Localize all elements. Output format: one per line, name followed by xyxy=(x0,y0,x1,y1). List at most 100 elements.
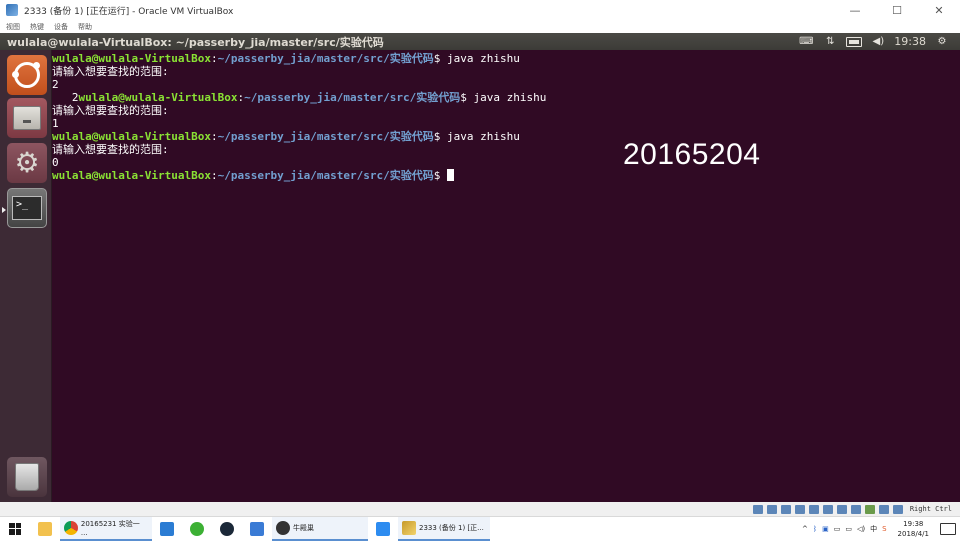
taskbar-chrome[interactable]: 20165231 实验一 ... xyxy=(60,516,152,541)
trash-icon[interactable] xyxy=(7,457,47,497)
action-center-icon[interactable] xyxy=(940,522,956,535)
terminal-running-indicator xyxy=(2,207,6,213)
settings-icon[interactable]: ⚙ xyxy=(934,36,950,48)
terminal-output-text: 请输入想要查找的范围: xyxy=(52,65,169,78)
terminal-output-text: 2 xyxy=(52,78,59,91)
taskbar-steam[interactable] xyxy=(212,517,242,541)
prompt-user-host: wulala@wulala-VirtualBox xyxy=(52,169,211,182)
ime-indicator[interactable]: 中 xyxy=(870,524,877,534)
shared-folders-icon[interactable] xyxy=(822,504,833,514)
taskbar-app-2[interactable]: 牛殿巢 xyxy=(272,516,368,541)
taskbar-clock[interactable]: 19:38 2018/4/1 xyxy=(892,519,935,539)
optical-drive-icon[interactable] xyxy=(766,504,777,514)
battery-tray-icon[interactable]: ▭ xyxy=(845,525,852,533)
terminal-line: wulala@wulala-VirtualBox:~/passerby_jia/… xyxy=(52,52,960,65)
terminal-line: wulala@wulala-VirtualBox:~/passerby_jia/… xyxy=(52,130,960,143)
terminal-line: 请输入想要查找的范围: xyxy=(52,143,960,156)
start-button[interactable] xyxy=(0,517,30,541)
folder-icon xyxy=(38,521,52,536)
taskbar-chrome-label: 20165231 实验一 ... xyxy=(80,519,140,537)
system-settings-icon[interactable]: ⚙ xyxy=(7,143,47,183)
menu-devices[interactable]: 设备 xyxy=(54,22,68,32)
network-tray-icon[interactable]: ▭ xyxy=(834,525,841,533)
taskbar-date: 2018/4/1 xyxy=(897,529,929,538)
prompt-path: ~/passerby_jia/master/src/实验代码 xyxy=(217,52,434,65)
panel-window-title: wulala@wulala-VirtualBox: ~/passerby_jia… xyxy=(7,35,384,49)
terminal-line: 0 xyxy=(52,156,960,169)
audio-icon[interactable] xyxy=(780,504,791,514)
vbox-titlebar: 2333 (备份 1) [正在运行] - Oracle VM VirtualBo… xyxy=(0,0,960,20)
mouse-integration-icon[interactable] xyxy=(878,504,889,514)
taskbar-app-pin[interactable] xyxy=(152,517,182,541)
prompt-user-host: wulala@wulala-VirtualBox xyxy=(52,52,211,65)
virtualbox-icon xyxy=(6,4,18,16)
prompt-colon: : xyxy=(210,130,218,143)
battery-icon[interactable] xyxy=(846,36,863,48)
network-adapter-icon[interactable] xyxy=(794,504,805,514)
terminal-cursor xyxy=(447,169,455,181)
terminal-output-text: 1 xyxy=(52,117,59,130)
display-icon[interactable] xyxy=(836,504,847,514)
menu-help[interactable]: 帮助 xyxy=(78,22,92,32)
window-title: 2333 (备份 1) [正在运行] - Oracle VM VirtualBo… xyxy=(24,6,234,17)
hard-disk-icon[interactable] xyxy=(752,504,763,514)
terminal-line: 2 xyxy=(52,78,960,91)
taskbar-feishu[interactable] xyxy=(368,517,398,541)
steam-icon xyxy=(220,521,234,536)
terminal-output-text: 请输入想要查找的范围: xyxy=(52,104,169,117)
terminal-command: java zhishu xyxy=(440,130,520,143)
video-capture-icon[interactable] xyxy=(850,504,861,514)
panel-indicators: ⌨ ⇅ ◀) 19:38 ⚙ xyxy=(798,35,960,48)
prompt-user-host: wulala@wulala-VirtualBox xyxy=(52,130,211,143)
terminal-command: java zhishu xyxy=(466,91,547,104)
cpu-icon[interactable] xyxy=(864,504,875,514)
terminal-line: 请输入想要查找的范围: xyxy=(52,104,960,117)
sogou-ime-icon[interactable]: S xyxy=(882,525,886,533)
terminal-command xyxy=(440,169,447,182)
network-icon[interactable]: ⇅ xyxy=(822,36,838,48)
terminal-output: wulala@wulala-VirtualBox:~/passerby_jia/… xyxy=(52,52,960,182)
bluetooth-icon[interactable]: ᛒ xyxy=(813,525,817,533)
close-button[interactable]: ✕ xyxy=(918,0,960,20)
keyboard-capture-icon[interactable] xyxy=(892,504,903,514)
system-tray: ^ ᛒ ▣ ▭ ▭ ◁) 中 S 19:38 2018/4/1 xyxy=(802,519,960,539)
maximize-button[interactable]: ☐ xyxy=(876,0,918,20)
taskbar-file-explorer[interactable] xyxy=(30,517,60,541)
taskbar-virtualbox-label: 2333 (备份 1) [正... xyxy=(419,523,484,532)
app-2-icon xyxy=(276,520,290,535)
volume-tray-icon[interactable]: ◁) xyxy=(857,525,865,533)
usb-icon[interactable] xyxy=(808,504,819,514)
terminal-line: wulala@wulala-VirtualBox:~/passerby_jia/… xyxy=(52,169,960,182)
terminal-output-text: 0 xyxy=(52,156,59,169)
taskbar-app-2-label: 牛殿巢 xyxy=(293,523,314,532)
prompt-path: ~/passerby_jia/master/src/实验代码 xyxy=(244,91,461,104)
taskbar-time: 19:38 xyxy=(903,519,924,528)
virtualbox-taskbar-icon xyxy=(402,520,416,535)
terminal-echo-text: 2 xyxy=(52,91,79,104)
files-icon[interactable] xyxy=(7,98,47,138)
prompt-dollar: $ xyxy=(460,91,467,104)
menu-hotkeys[interactable]: 热键 xyxy=(30,22,44,32)
prompt-path: ~/passerby_jia/master/src/实验代码 xyxy=(217,169,434,182)
tray-expand-icon[interactable]: ^ xyxy=(802,525,808,533)
prompt-user-host: wulala@wulala-VirtualBox xyxy=(78,91,238,104)
keyboard-icon[interactable]: ⌨ xyxy=(798,36,814,48)
vbox-menubar: 视图 热键 设备 帮助 xyxy=(0,20,960,33)
tray-app-icon[interactable]: ▣ xyxy=(822,525,829,533)
terminal-window[interactable]: wulala@wulala-VirtualBox:~/passerby_jia/… xyxy=(52,50,960,502)
taskbar-virtualbox[interactable]: 2333 (备份 1) [正... xyxy=(398,516,490,541)
taskbar-wechat[interactable] xyxy=(182,517,212,541)
app-blue-icon xyxy=(250,521,264,536)
dash-home-icon[interactable] xyxy=(7,55,47,95)
menu-view[interactable]: 视图 xyxy=(6,22,20,32)
unity-launcher: ⚙ >_ xyxy=(0,50,52,502)
prompt-colon: : xyxy=(210,169,218,182)
prompt-colon: : xyxy=(210,52,218,65)
panel-clock[interactable]: 19:38 xyxy=(894,35,926,48)
taskbar-app-blue[interactable] xyxy=(242,517,272,541)
minimize-button[interactable]: — xyxy=(834,0,876,20)
volume-icon[interactable]: ◀) xyxy=(870,36,886,48)
student-id-watermark: 20165204 xyxy=(623,138,761,171)
bird-icon xyxy=(376,521,390,536)
terminal-icon[interactable]: >_ xyxy=(7,188,47,228)
